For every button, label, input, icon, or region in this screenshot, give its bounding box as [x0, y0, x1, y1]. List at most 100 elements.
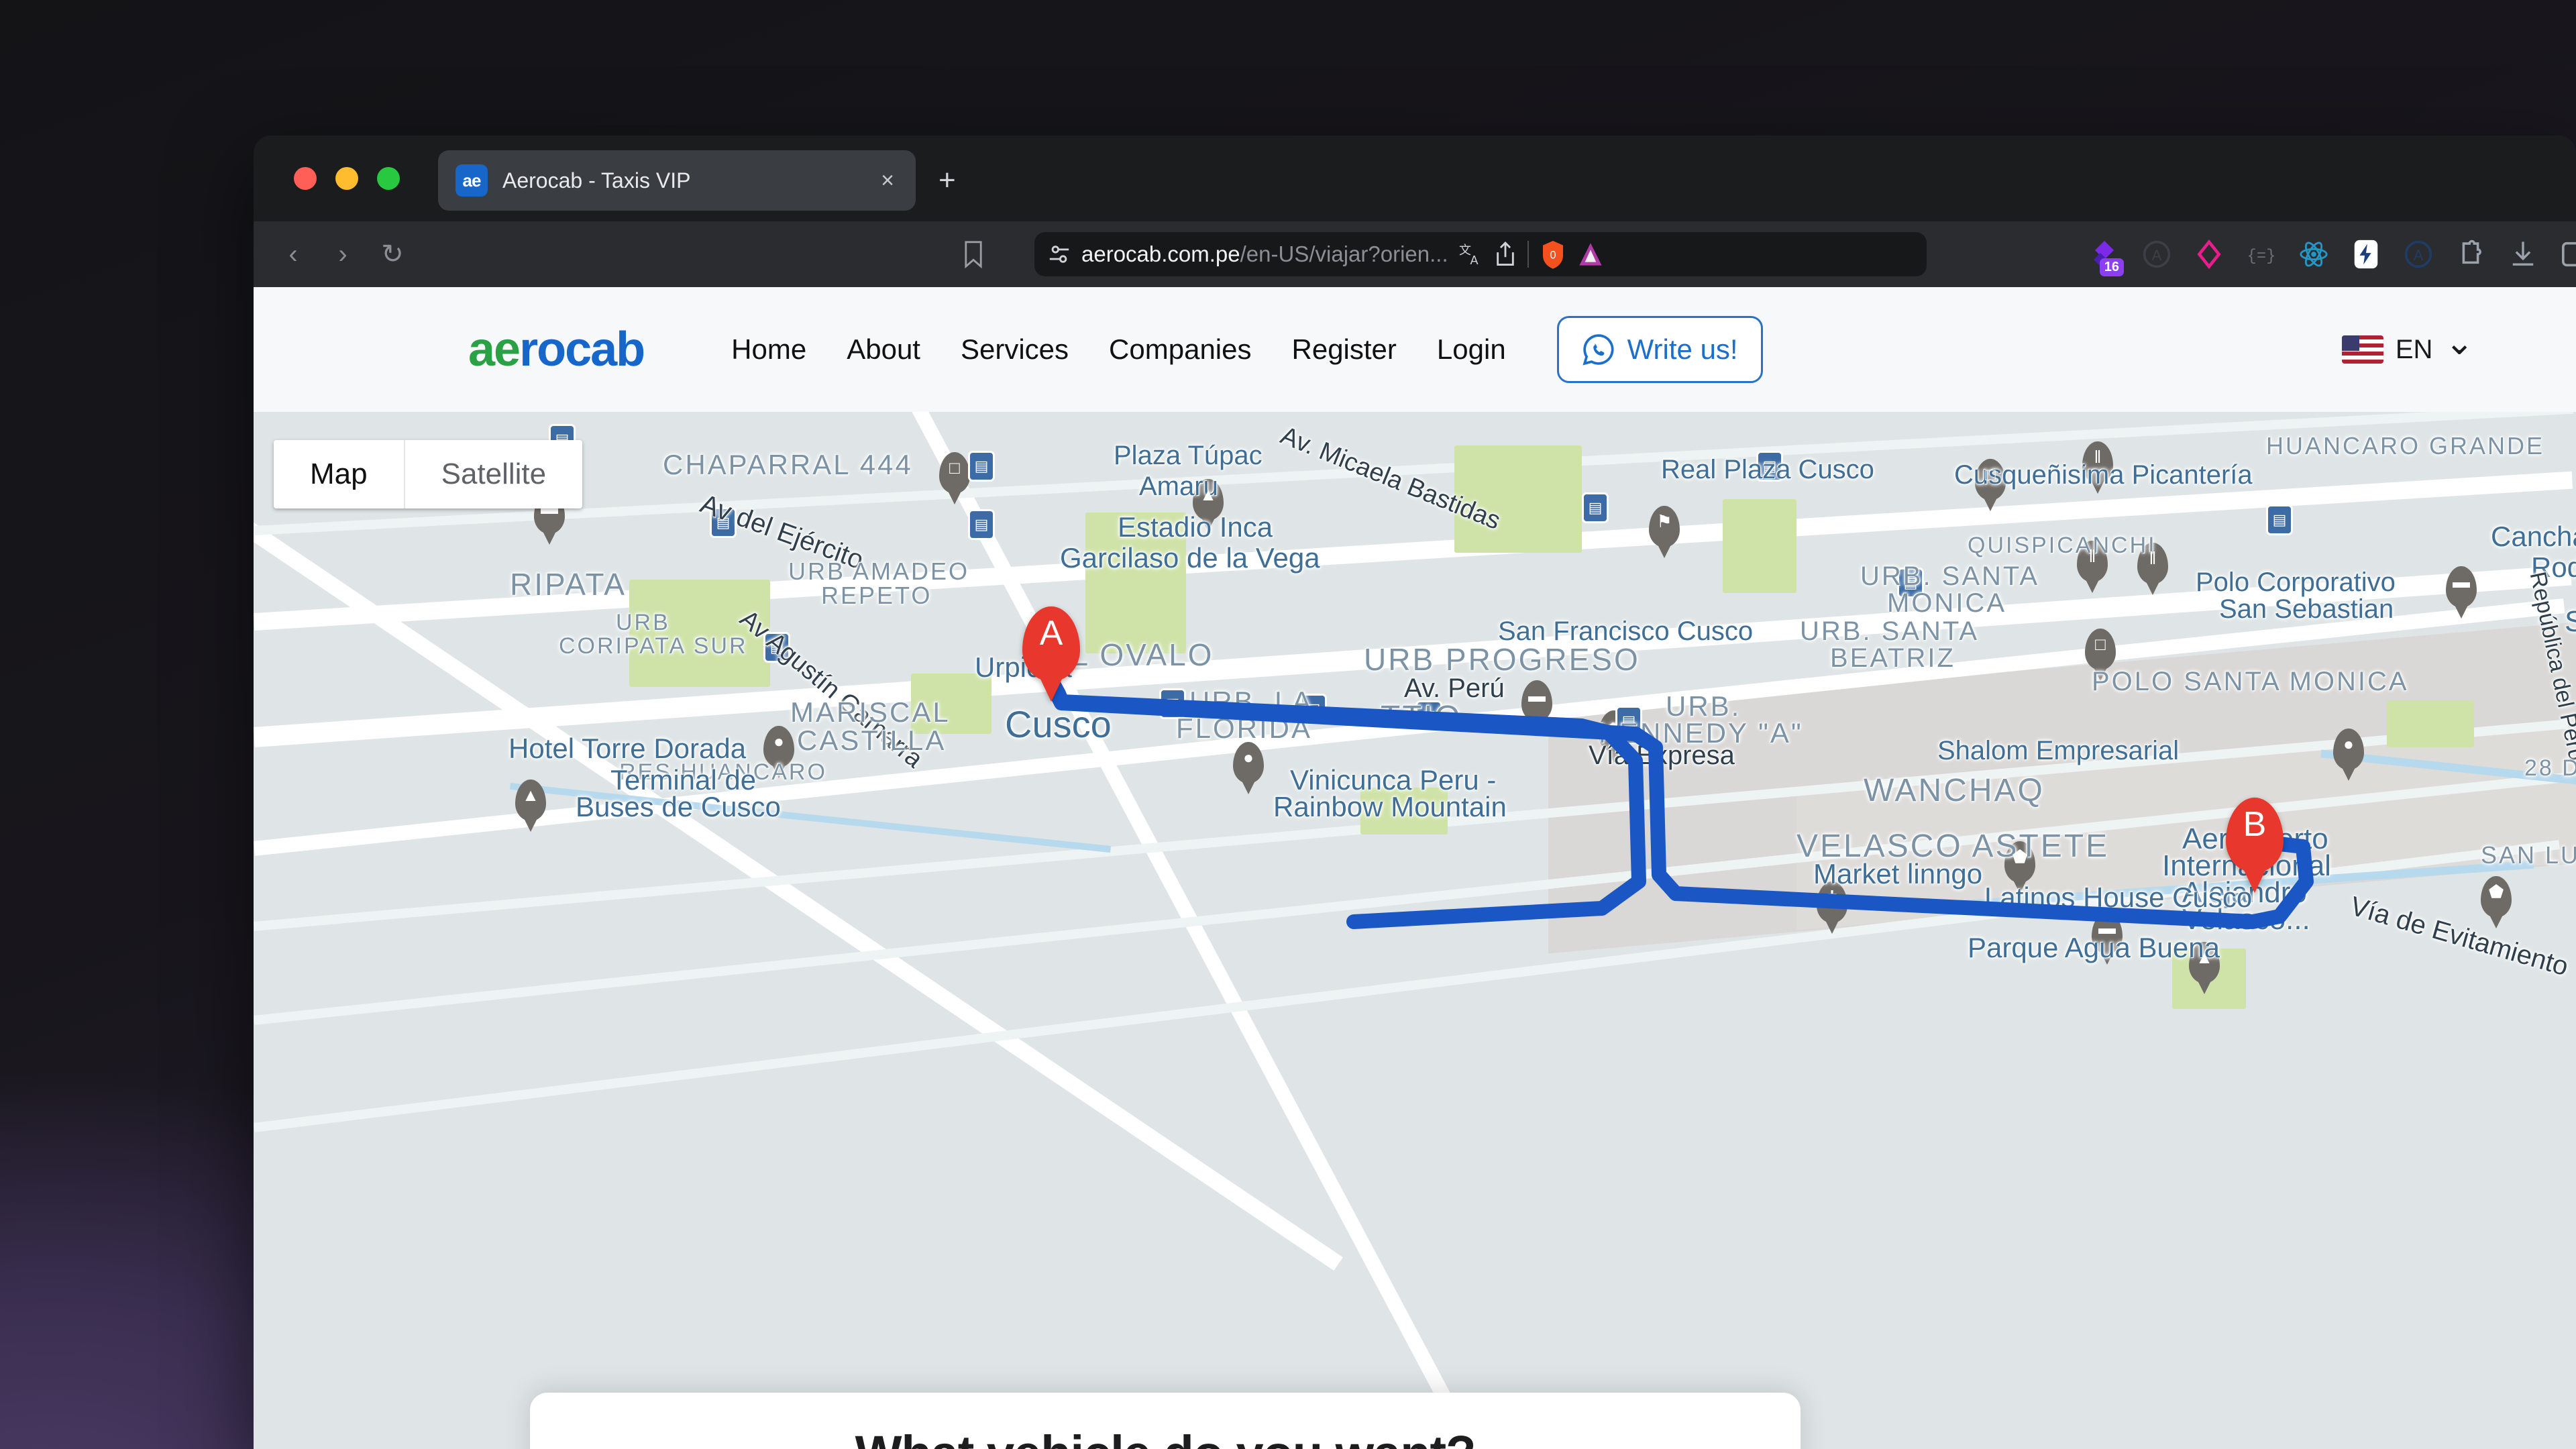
map-pin-shopping-cart[interactable]: ⬟ — [2004, 841, 2035, 883]
extension-badge-count: 16 — [2099, 258, 2124, 276]
map-pin-generic[interactable]: ● — [1233, 742, 1264, 784]
language-label: EN — [2395, 334, 2433, 364]
transit-stop-icon[interactable]: ▤ — [1615, 706, 1642, 737]
map-label: Velasco... — [2182, 903, 2310, 936]
reload-icon[interactable]: ↻ — [368, 241, 417, 268]
map-pin-restaurant[interactable]: ‖ — [2137, 543, 2168, 584]
destination-marker-label: B — [2243, 805, 2267, 844]
sliders-icon — [1049, 246, 1069, 263]
map-pin-lodging[interactable]: ▬ — [1521, 680, 1552, 722]
site-header: aerocab Home About Services Companies Re… — [254, 287, 2576, 412]
forward-icon[interactable]: › — [318, 241, 368, 268]
nav-link-companies[interactable]: Companies — [1089, 333, 1271, 366]
window-close-button[interactable] — [294, 167, 317, 190]
bookmark-icon[interactable] — [962, 240, 985, 268]
pin-glyph: ▲ — [2196, 947, 2213, 967]
nav-link-services[interactable]: Services — [941, 333, 1089, 366]
address-bar[interactable]: aerocab.com.pe/en-US/viajar?orien... 文 A… — [1034, 232, 1927, 276]
map-pin-shopping-bag[interactable]: □ — [1975, 459, 2006, 500]
window-minimize-button[interactable] — [335, 167, 358, 190]
map-pin-restaurant[interactable]: ‖ — [2082, 441, 2113, 483]
transit-stop-icon[interactable]: ▤ — [763, 632, 790, 663]
svg-text:A: A — [1470, 254, 1478, 266]
map-pin-lodging[interactable]: ▬ — [2092, 912, 2123, 954]
map-pin-stadium[interactable]: ▲ — [1193, 479, 1224, 521]
pin-glyph: ‖ — [2088, 546, 2096, 566]
write-us-button[interactable]: Write us! — [1556, 316, 1763, 383]
language-selector[interactable]: EN ⌄ — [2341, 325, 2474, 365]
transit-stop-icon[interactable]: ▤ — [1897, 568, 1924, 598]
nav-link-register[interactable]: Register — [1272, 333, 1417, 366]
transit-stop-icon[interactable]: ▤ — [1582, 492, 1609, 523]
map-label: Vía de Evitamiento — [2347, 891, 2572, 982]
share-icon[interactable] — [1494, 241, 1517, 267]
transit-stop-icon[interactable]: ▤ — [1756, 451, 1783, 482]
map-label: Av. Perú — [1404, 674, 1505, 703]
svg-text:0: 0 — [1550, 249, 1556, 262]
map-pin-shopping-bag[interactable]: □ — [939, 452, 970, 494]
transit-stop-icon[interactable]: ▤ — [1300, 694, 1327, 724]
map-type-map-button[interactable]: Map — [274, 440, 405, 508]
browser-tab[interactable]: ae Aerocab - Taxis VIP × — [438, 150, 916, 211]
pin-glyph: ● — [2343, 734, 2354, 754]
extension-toolbar: 16 A {=} A — [2078, 221, 2576, 287]
triangle-extension-icon[interactable] — [1577, 241, 1604, 268]
transit-stop-icon[interactable]: ▤ — [1159, 688, 1186, 719]
extension-icon-react[interactable] — [2288, 221, 2340, 287]
extension-icon-brackets[interactable]: {=} — [2235, 221, 2288, 287]
transit-stop-icon[interactable]: ▤ — [1415, 700, 1442, 731]
pin-glyph: ● — [1609, 716, 1619, 736]
transit-stop-icon[interactable]: ▤ — [2266, 504, 2293, 535]
map-pin-restaurant[interactable]: ‖ — [2077, 541, 2108, 582]
pin-glyph: □ — [949, 458, 960, 478]
nav-link-about[interactable]: About — [826, 333, 941, 366]
map-pin-shopping-bag[interactable]: □ — [2085, 629, 2116, 670]
shield-extension-icon[interactable]: 0 — [1540, 239, 1566, 269]
pin-glyph: ⚑ — [1656, 511, 1672, 531]
extension-icon-a-circle[interactable]: A — [2392, 221, 2445, 287]
new-tab-icon[interactable]: + — [938, 166, 956, 195]
translate-icon[interactable]: 文 A — [1459, 242, 1483, 266]
map-type-satellite-button[interactable]: Satellite — [405, 440, 583, 508]
back-icon[interactable]: ‹ — [268, 241, 318, 268]
toolbar-divider — [1527, 241, 1529, 268]
map-pin-lodging[interactable]: ▬ — [2446, 566, 2477, 608]
url-domain: aerocab.com.pe — [1081, 241, 1240, 266]
vehicle-selection-modal: What vehicle do you want? No se encontro… — [530, 1393, 1801, 1449]
extension-icon-a-dark[interactable]: A — [2131, 221, 2183, 287]
pin-glyph: ● — [773, 731, 784, 751]
url-text: aerocab.com.pe/en-US/viajar?orien... — [1081, 241, 1448, 267]
browser-titlebar: ae Aerocab - Taxis VIP × + — [254, 136, 2576, 221]
window-maximize-button[interactable] — [377, 167, 400, 190]
map-pin-shopping-cart[interactable]: ⬟ — [2481, 876, 2512, 918]
transit-stop-icon[interactable]: ▤ — [968, 509, 995, 540]
nav-link-home[interactable]: Home — [711, 333, 826, 366]
pin-glyph: ▲ — [522, 785, 539, 805]
origin-marker-a[interactable]: A — [1022, 606, 1080, 682]
origin-marker-label: A — [1039, 614, 1063, 653]
extension-icon-lightning[interactable] — [2340, 221, 2392, 287]
transit-stop-icon[interactable]: ▤ — [968, 451, 995, 482]
map-pin-generic[interactable]: ● — [2333, 729, 2364, 770]
map-pin-church[interactable]: ✝ — [1817, 881, 1847, 923]
browser-toolbar: ‹ › ↻ aerocab.com.pe/en-US/viajar?orien.… — [254, 221, 2576, 287]
whatsapp-icon — [1582, 334, 1614, 366]
map-pin-park[interactable]: ▲ — [2189, 942, 2220, 983]
close-tab-icon[interactable]: × — [874, 169, 901, 192]
pin-glyph: ▲ — [1199, 484, 1217, 504]
nav-link-login[interactable]: Login — [1417, 333, 1526, 366]
map-label: HUANCARO GRANDE — [2266, 432, 2545, 460]
aerocab-logo[interactable]: aerocab — [468, 322, 645, 377]
extension-icon-puzzle[interactable] — [2445, 221, 2497, 287]
extension-icon-purple[interactable]: 16 — [2078, 221, 2131, 287]
extension-icon-pink-diamond[interactable] — [2183, 221, 2235, 287]
map-label: Plaza Túpac — [1114, 441, 1263, 470]
map-label: URB. SANTA — [1860, 561, 2040, 591]
sidebar-toggle-icon[interactable] — [2549, 221, 2576, 287]
map-pin-monument[interactable]: ⚑ — [1649, 506, 1680, 547]
map-pin-generic[interactable]: ● — [763, 726, 794, 767]
download-icon[interactable] — [2497, 221, 2549, 287]
map-pin-park[interactable]: ▲ — [515, 780, 546, 821]
map-canvas[interactable]: Map Satellite □‖‖□▬▲⚑‖●✝▲▬□●●▬●●▲⬟✝⬟▬▲ ▤… — [254, 412, 2576, 1449]
transit-stop-icon[interactable]: ▤ — [710, 507, 737, 538]
